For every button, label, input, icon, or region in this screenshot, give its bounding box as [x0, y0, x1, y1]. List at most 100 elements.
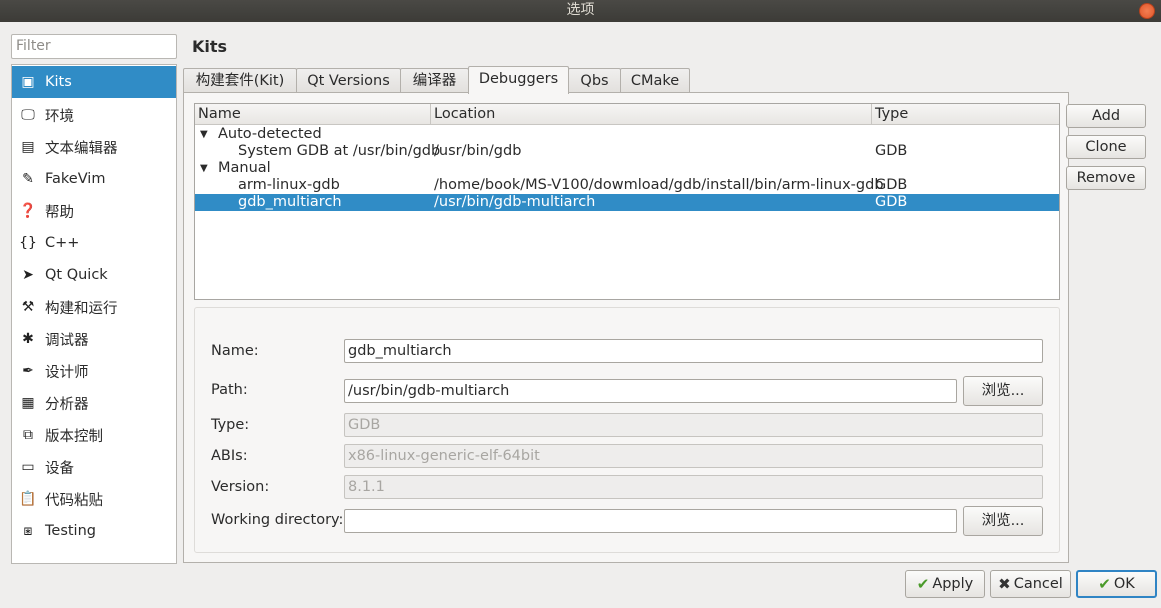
column-header-name[interactable]: Name	[195, 104, 431, 125]
sidebar-item-cpp[interactable]: {} C++	[12, 227, 176, 259]
sidebar-item-analyzer[interactable]: ▦ 分析器	[12, 387, 176, 419]
version-control-icon: ⧉	[23, 427, 33, 443]
sidebar-item-label: 分析器	[45, 396, 89, 413]
row-location: /usr/bin/gdb	[434, 143, 522, 159]
name-label: Name:	[211, 343, 259, 359]
filter-input[interactable]: Filter	[11, 34, 177, 59]
testing-icon: ⧆	[23, 523, 33, 539]
tab-qt-versions[interactable]: Qt Versions	[296, 68, 401, 93]
hammer-icon: ⚒	[21, 299, 35, 315]
debuggers-table[interactable]: Name Location Type ▼ Auto-detected Syste…	[194, 103, 1060, 300]
sidebar-item-label: 文本编辑器	[45, 140, 118, 157]
row-location: /usr/bin/gdb-multiarch	[434, 194, 596, 210]
sidebar-item-build-run[interactable]: ⚒ 构建和运行	[12, 291, 176, 323]
checkmark-icon: ✔	[1098, 575, 1111, 593]
cpp-braces-icon: {}	[19, 235, 37, 251]
tab-debuggers[interactable]: Debuggers	[468, 66, 569, 94]
sidebar-item-label: 设备	[45, 460, 74, 477]
sidebar-item-testing[interactable]: ⧆ Testing	[12, 515, 176, 547]
clone-button[interactable]: Clone	[1066, 135, 1146, 159]
kits-icon: ▣	[21, 74, 35, 90]
tab-kits[interactable]: 构建套件(Kit)	[183, 68, 297, 93]
abis-field: x86-linux-generic-elf-64bit	[344, 444, 1043, 468]
sidebar-item-label: C++	[45, 235, 80, 251]
sidebar-item-label: 帮助	[45, 204, 74, 221]
sidebar-item-code-paste[interactable]: 📋 代码粘贴	[12, 483, 176, 515]
sidebar-item-designer[interactable]: ✒ 设计师	[12, 355, 176, 387]
monitor-icon: 🖵	[21, 107, 35, 123]
path-browse-button[interactable]: 浏览...	[963, 376, 1043, 406]
help-icon: ❓	[19, 203, 37, 219]
sidebar-item-kits[interactable]: ▣ Kits	[12, 66, 176, 98]
analyzer-icon: ▦	[21, 395, 35, 411]
add-button[interactable]: Add	[1066, 104, 1146, 128]
column-header-type[interactable]: Type	[872, 104, 1059, 125]
sidebar-item-label: 调试器	[45, 332, 89, 349]
text-editor-icon: ▤	[21, 139, 35, 155]
cancel-label: Cancel	[1013, 576, 1063, 592]
tree-group-manual[interactable]: ▼ Manual	[195, 160, 1059, 177]
sidebar-item-label: Kits	[45, 74, 72, 90]
row-name: arm-linux-gdb	[238, 177, 340, 193]
group-label: Manual	[218, 160, 271, 176]
sidebar-item-help[interactable]: ❓ 帮助	[12, 195, 176, 227]
apply-button[interactable]: ✔ Apply	[905, 570, 985, 598]
path-field[interactable]: /usr/bin/gdb-multiarch	[344, 379, 957, 403]
sidebar-item-environment[interactable]: 🖵 环境	[12, 99, 176, 131]
sidebar-item-fakevim[interactable]: ✎ FakeVim	[12, 163, 176, 195]
sidebar-item-debugger[interactable]: ✱ 调试器	[12, 323, 176, 355]
row-name: System GDB at /usr/bin/gdb	[238, 143, 441, 159]
column-header-location[interactable]: Location	[431, 104, 872, 125]
sidebar-item-version-control[interactable]: ⧉ 版本控制	[12, 419, 176, 451]
version-label: Version:	[211, 479, 270, 495]
options-sidebar: ▣ Kits 🖵 环境 ▤ 文本编辑器 ✎ FakeVim ❓ 帮助 {} C+…	[11, 64, 177, 564]
version-field: 8.1.1	[344, 475, 1043, 499]
cross-icon: ✖	[998, 575, 1011, 593]
name-field[interactable]: gdb_multiarch	[344, 339, 1043, 363]
row-type: GDB	[875, 194, 908, 210]
tab-cmake[interactable]: CMake	[620, 68, 690, 93]
sidebar-item-label: FakeVim	[45, 171, 106, 187]
working-directory-label: Working directory:	[211, 512, 344, 528]
expand-arrow-icon[interactable]: ▼	[200, 126, 208, 143]
window-title: 选项	[566, 2, 595, 18]
sidebar-item-devices[interactable]: ▭ 设备	[12, 451, 176, 483]
device-icon: ▭	[21, 459, 35, 475]
working-directory-browse-button[interactable]: 浏览...	[963, 506, 1043, 536]
abis-label: ABIs:	[211, 448, 248, 464]
tab-qbs[interactable]: Qbs	[568, 68, 621, 93]
sidebar-item-qt-quick[interactable]: ➤ Qt Quick	[12, 259, 176, 291]
cancel-button[interactable]: ✖ Cancel	[990, 570, 1071, 598]
code-paste-icon: 📋	[19, 491, 37, 507]
pen-icon: ✒	[22, 363, 34, 379]
row-type: GDB	[875, 143, 908, 159]
sidebar-item-label: 版本控制	[45, 428, 103, 445]
sidebar-item-label: Testing	[45, 523, 96, 539]
tab-compilers[interactable]: 编译器	[400, 68, 469, 93]
table-row[interactable]: System GDB at /usr/bin/gdb /usr/bin/gdb …	[195, 143, 1059, 160]
sidebar-item-label: 代码粘贴	[45, 492, 103, 509]
table-row-selected[interactable]: gdb_multiarch /usr/bin/gdb-multiarch GDB	[195, 194, 1059, 211]
expand-arrow-icon[interactable]: ▼	[200, 160, 208, 177]
row-location: /home/book/MS-V100/dowmload/gdb/install/…	[434, 177, 884, 193]
qt-quick-icon: ➤	[22, 267, 34, 283]
window-close-button[interactable]	[1139, 3, 1155, 19]
bug-icon: ✱	[22, 331, 34, 347]
sidebar-item-label: Qt Quick	[45, 267, 108, 283]
remove-button[interactable]: Remove	[1066, 166, 1146, 190]
path-label: Path:	[211, 382, 248, 398]
sidebar-item-label: 环境	[45, 108, 74, 125]
sidebar-item-label: 设计师	[45, 364, 89, 381]
fakevim-icon: ✎	[22, 171, 34, 187]
sidebar-item-label: 构建和运行	[45, 300, 118, 317]
tree-group-auto-detected[interactable]: ▼ Auto-detected	[195, 126, 1059, 143]
ok-button[interactable]: ✔ OK	[1076, 570, 1157, 598]
table-row[interactable]: arm-linux-gdb /home/book/MS-V100/dowmloa…	[195, 177, 1059, 194]
working-directory-field[interactable]	[344, 509, 957, 533]
ok-label: OK	[1113, 576, 1135, 592]
sidebar-item-text-editor[interactable]: ▤ 文本编辑器	[12, 131, 176, 163]
checkmark-icon: ✔	[916, 575, 930, 593]
row-name: gdb_multiarch	[238, 194, 342, 210]
type-field: GDB	[344, 413, 1043, 437]
page-title: Kits	[192, 37, 228, 56]
